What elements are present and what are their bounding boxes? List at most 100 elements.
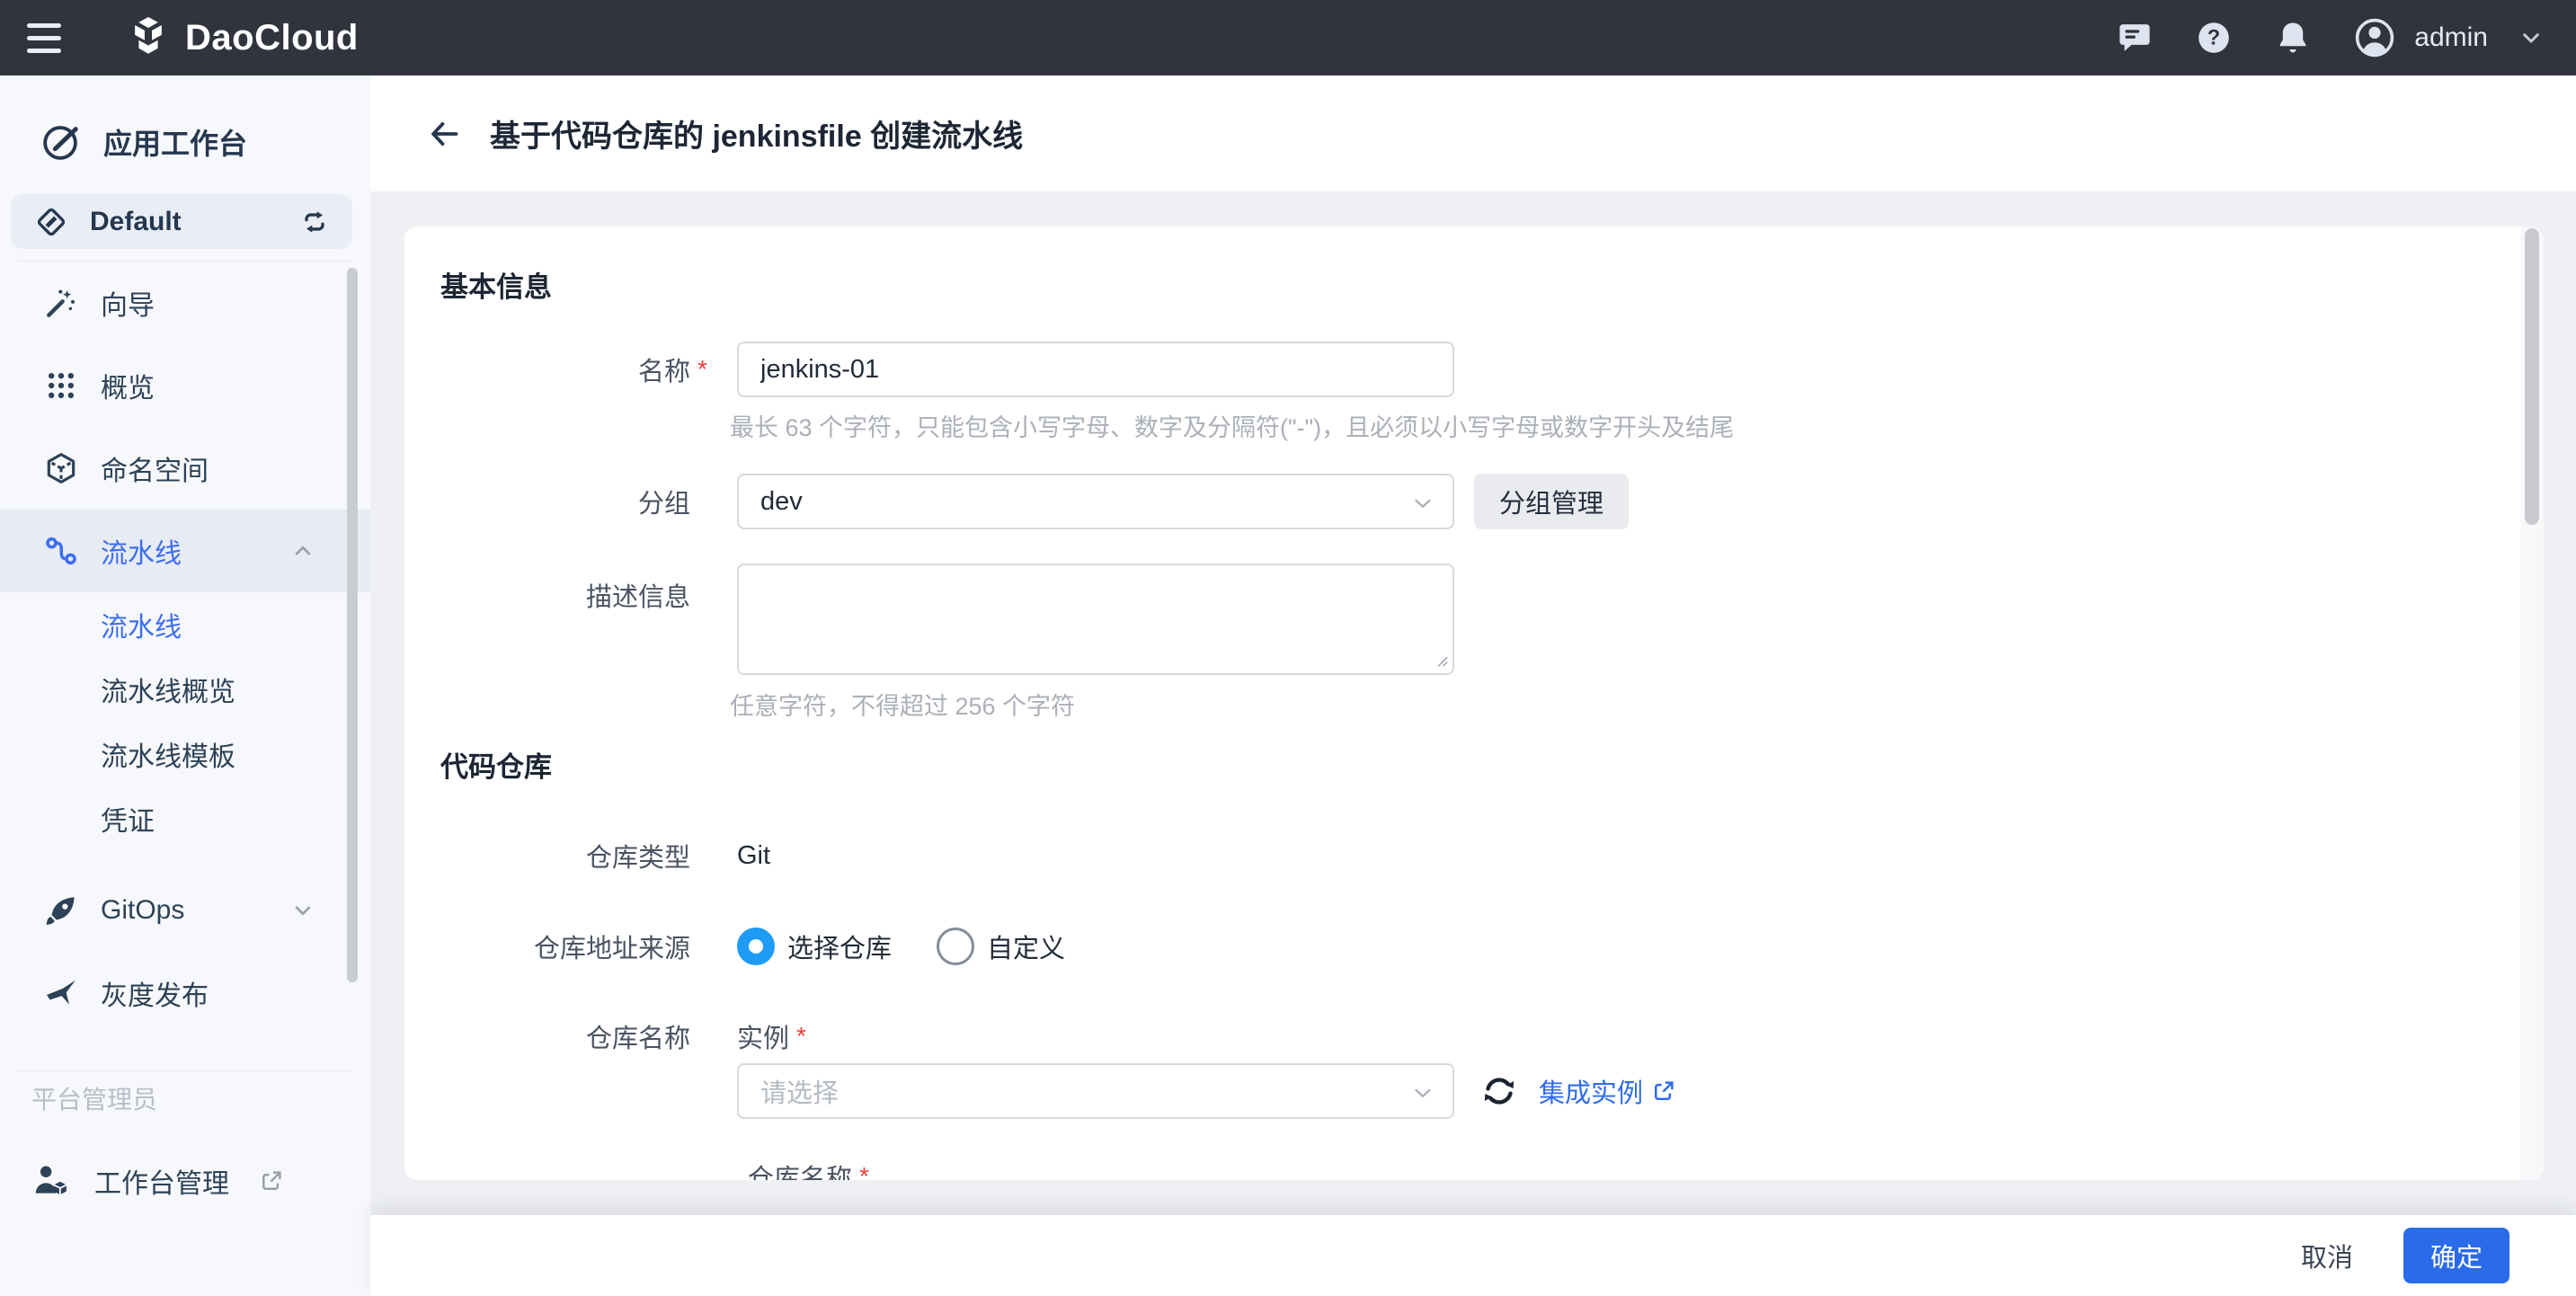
- page-header: 基于代码仓库的 jenkinsfile 创建流水线: [370, 75, 2576, 191]
- pipeline-form-card: 基本信息 名称 * 最长 63 个字符，只能包含小写字母、数字及分隔符("-")…: [404, 226, 2544, 1180]
- chevron-down-icon: [1409, 1079, 1436, 1106]
- resize-grip-icon[interactable]: [1433, 652, 1449, 668]
- description-field-row: 描述信息 *: [404, 564, 1454, 675]
- page-title: 基于代码仓库的 jenkinsfile 创建流水线: [490, 111, 1023, 155]
- repo-name-label: 仓库名称: [748, 1158, 852, 1180]
- brand-name: DaoCloud: [185, 18, 359, 58]
- brand-logo[interactable]: DaoCloud: [124, 13, 359, 62]
- svg-text:?: ?: [2207, 27, 2220, 50]
- sidebar-scrollbar[interactable]: [347, 268, 358, 982]
- workspace-header: 应用工作台: [0, 92, 370, 192]
- sidebar-item-label: 灰度发布: [101, 973, 209, 1013]
- name-hint: 最长 63 个字符，只能包含小写字母、数字及分隔符("-")，且必须以小写字母或…: [730, 408, 1734, 443]
- repo-source-row: 仓库地址来源 * 选择仓库 自定义: [404, 921, 1065, 972]
- radio-custom-label[interactable]: 自定义: [987, 928, 1065, 965]
- repo-type-row: 仓库类型 * Git: [404, 830, 770, 881]
- instance-label: 实例: [737, 1017, 789, 1055]
- bird-icon: [43, 975, 79, 1011]
- confirm-button[interactable]: 确定: [2403, 1228, 2509, 1283]
- integration-instance-link[interactable]: 集成实例: [1539, 1072, 1677, 1110]
- switch-workspace-icon[interactable]: [298, 206, 331, 238]
- name-label: 名称: [404, 351, 690, 388]
- instance-select-row: 请选择: [404, 1063, 1677, 1119]
- description-hint: 任意字符，不得超过 256 个字符: [730, 687, 1075, 722]
- cube-icon: [43, 450, 79, 486]
- sidebar-item-pipelines[interactable]: 流水线: [0, 510, 370, 592]
- instance-select-placeholder: 请选择: [760, 1072, 839, 1110]
- description-label: 描述信息: [404, 564, 690, 614]
- chevron-down-icon[interactable]: [289, 897, 316, 924]
- radio-select-repo[interactable]: [737, 928, 775, 965]
- section-code-repo: 代码仓库: [440, 744, 552, 785]
- top-bar-actions: ? admin: [2116, 16, 2576, 59]
- messages-icon[interactable]: [2116, 19, 2154, 57]
- repo-source-radio-group: 选择仓库 自定义: [737, 928, 1065, 965]
- workspace-name: Default: [90, 207, 182, 237]
- section-basic-info: 基本信息: [440, 264, 552, 305]
- wand-icon: [43, 285, 79, 321]
- repo-name-row: 仓库名称 *: [748, 1158, 875, 1180]
- main-content: 基于代码仓库的 jenkinsfile 创建流水线 基本信息 名称 * 最长 6…: [370, 75, 2576, 1296]
- required-mark: *: [697, 355, 714, 384]
- sidebar-subitem-pipeline-templates[interactable]: 流水线模板: [0, 722, 370, 786]
- sidebar-item-wizard[interactable]: 向导: [0, 262, 370, 344]
- user-menu-chevron-down-icon[interactable]: [2517, 23, 2545, 52]
- pipeline-icon: [43, 533, 79, 569]
- sidebar-subitem-pipeline-overview[interactable]: 流水线概览: [0, 657, 370, 722]
- chevron-up-icon[interactable]: [289, 537, 316, 564]
- sidebar-item-workbench-admin[interactable]: 工作台管理: [0, 1140, 370, 1222]
- sidebar-item-label: 命名空间: [101, 448, 209, 488]
- back-arrow-icon[interactable]: [427, 117, 461, 151]
- group-select[interactable]: dev: [737, 474, 1454, 529]
- workspace-selector[interactable]: Default: [11, 194, 352, 249]
- sidebar-item-namespace[interactable]: 命名空间: [0, 427, 370, 510]
- repo-type-value: Git: [737, 841, 770, 871]
- sidebar-item-gray-release[interactable]: 灰度发布: [0, 952, 370, 1034]
- refresh-icon[interactable]: [1479, 1071, 1519, 1111]
- sidebar-subitem-credentials[interactable]: 凭证: [0, 786, 370, 851]
- app-window: DaoCloud ?: [0, 0, 2576, 1296]
- repo-source-label: 仓库地址来源: [404, 928, 690, 965]
- external-link-icon: [258, 1167, 285, 1194]
- workspace-diamond-icon: [34, 205, 68, 239]
- user-name[interactable]: admin: [2414, 22, 2488, 53]
- card-scrollbar[interactable]: [2525, 228, 2539, 525]
- rocket-icon: [43, 892, 79, 928]
- sidebar-item-overview[interactable]: 概览: [0, 344, 370, 427]
- sidebar: 应用工作台 Default: [0, 75, 370, 1296]
- sidebar-item-gitops[interactable]: GitOps: [0, 869, 370, 952]
- cancel-button[interactable]: 取消: [2296, 1236, 2358, 1275]
- required-mark: *: [859, 1162, 875, 1180]
- name-field-row: 名称 *: [404, 342, 1454, 397]
- repo-name-group-row: 仓库名称 * 实例 *: [404, 1011, 813, 1061]
- group-manage-button[interactable]: 分组管理: [1474, 474, 1629, 529]
- form-footer: 取消 确定: [370, 1215, 2576, 1296]
- sidebar-item-label: 概览: [101, 366, 155, 405]
- chevron-down-icon: [1409, 490, 1436, 517]
- radio-select-repo-label[interactable]: 选择仓库: [787, 928, 892, 965]
- sidebar-bottom-divider: [18, 1070, 352, 1071]
- sidebar-subitem-pipelines[interactable]: 流水线: [0, 592, 370, 657]
- sidebar-item-label: 工作台管理: [94, 1161, 229, 1201]
- top-bar: DaoCloud ?: [0, 0, 2576, 75]
- name-input[interactable]: [737, 342, 1454, 397]
- group-label: 分组: [404, 483, 690, 520]
- grid-dots-icon: [43, 368, 79, 404]
- sidebar-item-label: GitOps: [101, 895, 184, 926]
- sidebar-item-label: 流水线: [101, 531, 182, 571]
- notifications-bell-icon[interactable]: [2274, 19, 2312, 57]
- group-select-value: dev: [760, 487, 803, 517]
- radio-custom[interactable]: [937, 928, 974, 965]
- repo-name-group-label: 仓库名称: [404, 1017, 690, 1055]
- hamburger-menu-icon[interactable]: [27, 23, 61, 53]
- help-icon[interactable]: ?: [2195, 19, 2233, 57]
- description-textarea[interactable]: [737, 564, 1454, 675]
- workspace-title: 应用工作台: [103, 121, 247, 163]
- person-cube-icon: [31, 1161, 71, 1201]
- group-field-row: 分组 * dev 分组管理: [404, 474, 1629, 529]
- pipeline-submenu: 流水线 流水线概览 流水线模板 凭证: [0, 592, 370, 851]
- user-avatar[interactable]: [2353, 16, 2396, 59]
- required-mark: *: [796, 1022, 813, 1051]
- external-link-icon: [1650, 1078, 1677, 1105]
- instance-select[interactable]: 请选择: [737, 1063, 1454, 1119]
